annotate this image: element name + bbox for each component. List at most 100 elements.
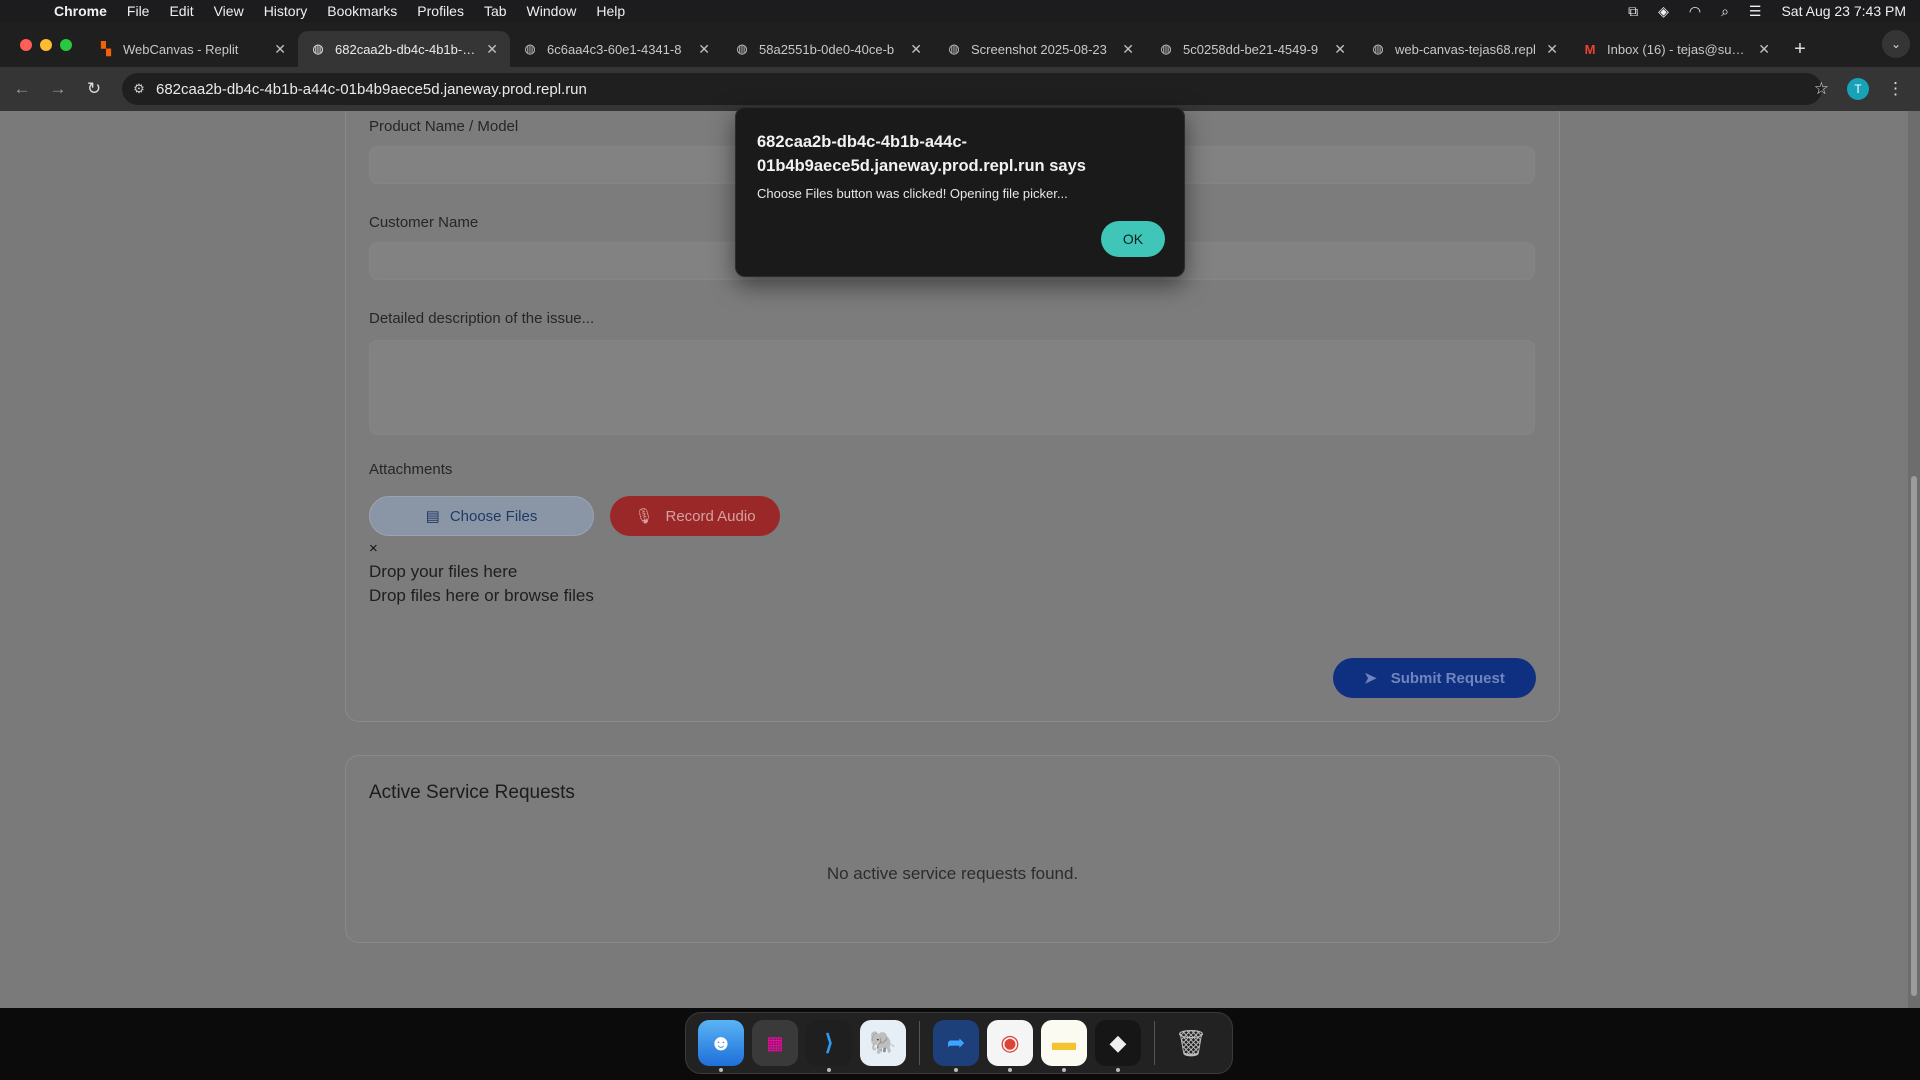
chrome-icon[interactable]: ◉	[987, 1020, 1033, 1072]
remove-attachment-icon[interactable]: ×	[369, 540, 378, 557]
vscode-icon[interactable]: ⟩	[806, 1020, 852, 1072]
globe-icon: ◍	[1160, 41, 1172, 56]
page-scrollbar[interactable]	[1908, 111, 1920, 1008]
menu-bookmarks[interactable]: Bookmarks	[317, 3, 407, 19]
tab-5c0258dd[interactable]: ◍ 5c0258dd-be21-4549-9 ✕	[1146, 31, 1358, 67]
close-tab-icon[interactable]: ✕	[698, 41, 710, 58]
dialog-ok-button[interactable]: OK	[1101, 221, 1165, 257]
window-controls	[0, 22, 86, 67]
globe-icon: ◍	[736, 41, 748, 56]
running-indicator	[1008, 1068, 1012, 1072]
vpn-icon[interactable]: ◈	[1658, 3, 1669, 20]
choose-files-button[interactable]: ▤ Choose Files	[369, 496, 594, 536]
running-indicator	[719, 1068, 723, 1072]
tab-active-app[interactable]: ◍ 682caa2b-db4c-4b1b-a44c-01b4b9aece5d ✕	[298, 31, 510, 67]
tab-label: web-canvas-tejas68.repl	[1395, 41, 1536, 57]
tab-webcanvas-replit[interactable]: ▚ WebCanvas - Replit ✕	[86, 31, 298, 67]
tab-label: 6c6aa4c3-60e1-4341-8	[547, 41, 682, 57]
tab-gmail-inbox[interactable]: M Inbox (16) - tejas@sunko ✕	[1570, 31, 1782, 67]
remote-desktop-icon[interactable]: ➦	[933, 1020, 979, 1072]
control-center-icon[interactable]: ☰	[1749, 3, 1762, 20]
dialog-title: 682caa2b-db4c-4b1b-a44c-01b4b9aece5d.jan…	[757, 133, 1086, 175]
forward-arrow-icon[interactable]: →	[40, 79, 76, 99]
microphone-icon: 🎙	[634, 508, 654, 525]
active-requests-title: Active Service Requests	[369, 782, 575, 803]
submit-request-button[interactable]: ➤ Submit Request	[1333, 658, 1536, 698]
scrollbar-thumb[interactable]	[1911, 476, 1917, 996]
document-icon: ▤	[425, 508, 440, 525]
tab-screenshot[interactable]: ◍ Screenshot 2025-08-23 ✕	[934, 31, 1146, 67]
bookmark-star-icon[interactable]: ☆	[1814, 79, 1829, 99]
spotlight-search-icon[interactable]: ⌕	[1721, 3, 1729, 20]
globe-icon: ◍	[1372, 41, 1384, 56]
profile-avatar[interactable]: T	[1847, 78, 1869, 100]
running-indicator	[827, 1068, 831, 1072]
running-indicator	[1116, 1068, 1120, 1072]
record-audio-button[interactable]: 🎙 Record Audio	[610, 496, 780, 536]
menu-help[interactable]: Help	[586, 3, 635, 19]
close-tab-icon[interactable]: ✕	[1122, 41, 1134, 58]
dock-separator	[1154, 1021, 1155, 1065]
close-window-icon[interactable]	[20, 38, 32, 51]
tab-search-button[interactable]: ⌄	[1882, 30, 1910, 58]
launchpad-icon[interactable]: ▦	[752, 1020, 798, 1066]
menu-profiles[interactable]: Profiles	[407, 3, 474, 19]
close-tab-icon[interactable]: ✕	[1334, 41, 1346, 58]
attachments-label: Attachments	[369, 461, 453, 478]
finder-icon[interactable]: ☻	[698, 1020, 744, 1072]
menu-history[interactable]: History	[254, 3, 318, 19]
close-tab-icon[interactable]: ✕	[274, 41, 286, 58]
dialog-message: Choose Files button was clicked! Opening…	[757, 186, 1068, 201]
back-arrow-icon[interactable]: ←	[4, 79, 40, 99]
record-audio-label: Record Audio	[665, 507, 756, 525]
zoom-window-icon[interactable]	[60, 38, 72, 51]
address-bar[interactable]: ⚙ 682caa2b-db4c-4b1b-a44c-01b4b9aece5d.j…	[122, 73, 1822, 105]
menu-app-name[interactable]: Chrome	[54, 3, 117, 19]
globe-icon: ◍	[948, 41, 960, 56]
tab-web-canvas[interactable]: ◍ web-canvas-tejas68.repl ✕	[1358, 31, 1570, 67]
menu-file[interactable]: File	[117, 3, 160, 19]
tab-strip: ▚ WebCanvas - Replit ✕ ◍ 682caa2b-db4c-4…	[0, 22, 1920, 67]
tab-58a2551b[interactable]: ◍ 58a2551b-0de0-40ce-b ✕	[722, 31, 934, 67]
tab-label: Screenshot 2025-08-23	[971, 41, 1107, 57]
macos-menu-bar: Chrome File Edit View History Bookmarks …	[0, 0, 1920, 22]
macos-dock: ☻ ▦ ⟩ 🐘 ➦ ◉ ▬ ◆ 🗑	[685, 1012, 1233, 1074]
drop-zone-subtitle[interactable]: Drop files here or browse files	[369, 586, 594, 606]
menu-window[interactable]: Window	[517, 3, 587, 19]
site-settings-icon[interactable]: ⚙	[122, 81, 156, 97]
running-indicator	[954, 1068, 958, 1072]
close-tab-icon[interactable]: ✕	[910, 41, 922, 58]
tab-label: 58a2551b-0de0-40ce-b	[759, 41, 895, 57]
menu-edit[interactable]: Edit	[159, 3, 203, 19]
menu-view[interactable]: View	[204, 3, 254, 19]
reload-icon[interactable]: ↻	[76, 79, 112, 99]
tab-6c6aa4c3[interactable]: ◍ 6c6aa4c3-60e1-4341-8 ✕	[510, 31, 722, 67]
new-tab-button[interactable]: +	[1782, 31, 1818, 67]
clock[interactable]: Sat Aug 23 7:43 PM	[1781, 3, 1906, 19]
cube-app-icon[interactable]: ◆	[1095, 1020, 1141, 1072]
screen-share-icon[interactable]: ⧉	[1628, 3, 1638, 20]
menu-tab[interactable]: Tab	[474, 3, 517, 19]
alert-dialog: 682caa2b-db4c-4b1b-a44c-01b4b9aece5d.jan…	[735, 107, 1185, 277]
replit-icon: ▚	[101, 41, 111, 56]
url-text[interactable]: 682caa2b-db4c-4b1b-a44c-01b4b9aece5d.jan…	[156, 81, 587, 98]
minimize-window-icon[interactable]	[40, 38, 52, 51]
send-icon: ➤	[1364, 670, 1377, 687]
choose-files-label: Choose Files	[449, 507, 538, 525]
close-tab-icon[interactable]: ✕	[486, 41, 498, 58]
empty-requests-message: No active service requests found.	[826, 864, 1079, 883]
browser-toolbar: ← → ↻ ⚙ 682caa2b-db4c-4b1b-a44c-01b4b9ae…	[0, 67, 1920, 111]
drop-zone-title[interactable]: Drop your files here	[369, 562, 517, 582]
close-tab-icon[interactable]: ✕	[1546, 41, 1558, 58]
postgres-icon[interactable]: 🐘	[860, 1020, 906, 1066]
tab-label: Inbox (16) - tejas@sunko	[1607, 41, 1751, 57]
trash-icon[interactable]: 🗑	[1168, 1020, 1214, 1066]
chrome-menu-icon[interactable]: ⋮	[1887, 79, 1904, 99]
tab-label: 682caa2b-db4c-4b1b-a44c-01b4b9aece5d	[335, 41, 478, 57]
submit-request-label: Submit Request	[1390, 669, 1505, 687]
notes-icon[interactable]: ▬	[1041, 1020, 1087, 1072]
wifi-icon[interactable]: ◠	[1689, 3, 1701, 20]
tab-label: WebCanvas - Replit	[123, 41, 239, 57]
description-textarea[interactable]	[369, 340, 1535, 435]
close-tab-icon[interactable]: ✕	[1758, 41, 1770, 58]
